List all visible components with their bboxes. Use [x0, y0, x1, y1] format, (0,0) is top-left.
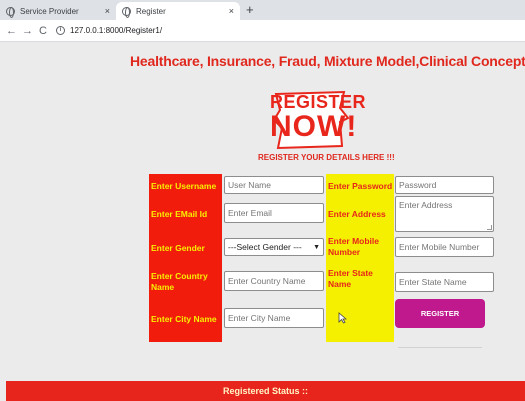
mobile-label: Enter Mobile Number [328, 236, 380, 257]
close-icon[interactable]: × [105, 6, 110, 16]
state-placeholder: Enter State Name [399, 277, 467, 287]
address-textarea[interactable]: Enter Address [395, 196, 494, 232]
register-now-logo: REGISTER NOW! [270, 88, 366, 152]
tab-label: Register [136, 6, 166, 16]
url-text: 127.0.0.1:8000/Register1/ [70, 26, 163, 35]
gender-label: Enter Gender [151, 243, 205, 253]
mouse-cursor-icon [338, 312, 347, 324]
email-placeholder: Enter Email [228, 208, 272, 218]
email-label: Enter EMail Id [151, 209, 208, 219]
right-label-column: Enter Password Enter Address Enter Mobil… [326, 174, 394, 342]
state-input[interactable]: Enter State Name [395, 272, 494, 292]
registered-status-bar: Registered Status :: [6, 381, 525, 401]
state-label: Enter State Name [328, 268, 373, 289]
email-input[interactable]: Enter Email [224, 203, 324, 223]
page-title: Healthcare, Insurance, Fraud, Mixture Mo… [130, 53, 525, 69]
gender-selected-value: ---Select Gender --- [228, 242, 302, 252]
country-placeholder: Enter Country Name [228, 276, 306, 286]
new-tab-button[interactable]: + [246, 3, 254, 17]
country-label: Enter Country Name [151, 271, 208, 292]
reload-button[interactable]: C [38, 25, 48, 37]
globe-icon [6, 6, 15, 18]
chevron-down-icon: ▼ [313, 243, 320, 251]
back-button[interactable]: ← [6, 25, 17, 37]
info-icon[interactable]: i [56, 26, 65, 35]
divider [398, 347, 482, 348]
tab-label: Service Provider [20, 6, 79, 16]
password-input[interactable]: Password [395, 176, 494, 194]
address-label: Enter Address [328, 209, 386, 219]
forward-button[interactable]: → [22, 25, 33, 37]
mobile-input[interactable]: Enter Mobile Number [395, 237, 494, 257]
username-label: Enter Username [151, 181, 217, 191]
password-placeholder: Password [399, 180, 437, 190]
left-label-column: Enter Username Enter EMail Id Enter Gend… [149, 174, 222, 342]
address-bar[interactable]: i 127.0.0.1:8000/Register1/ [56, 26, 162, 35]
address-placeholder: Enter Address [399, 200, 453, 210]
tab-service-provider[interactable]: Service Provider × [0, 2, 116, 20]
city-input[interactable]: Enter City Name [224, 308, 324, 328]
username-placeholder: User Name [228, 180, 271, 190]
gender-select[interactable]: ---Select Gender --- ▼ [224, 238, 324, 256]
city-placeholder: Enter City Name [228, 313, 291, 323]
city-label: Enter City Name [151, 314, 217, 324]
form-subheading: REGISTER YOUR DETAILS HERE !!! [258, 153, 395, 162]
register-button[interactable]: REGISTER [395, 299, 485, 328]
close-icon[interactable]: × [229, 6, 234, 16]
logo-text-now: NOW! [270, 110, 358, 143]
globe-icon [122, 6, 131, 18]
country-input[interactable]: Enter Country Name [224, 271, 324, 291]
browser-tab-bar: Service Provider × Register × + [0, 0, 525, 20]
username-input[interactable]: User Name [224, 176, 324, 194]
mobile-placeholder: Enter Mobile Number [399, 242, 480, 252]
resize-handle-icon[interactable] [487, 225, 492, 230]
browser-toolbar: ← → C i 127.0.0.1:8000/Register1/ [0, 20, 525, 42]
password-label: Enter Password [328, 181, 393, 191]
tab-register[interactable]: Register × [116, 2, 240, 20]
